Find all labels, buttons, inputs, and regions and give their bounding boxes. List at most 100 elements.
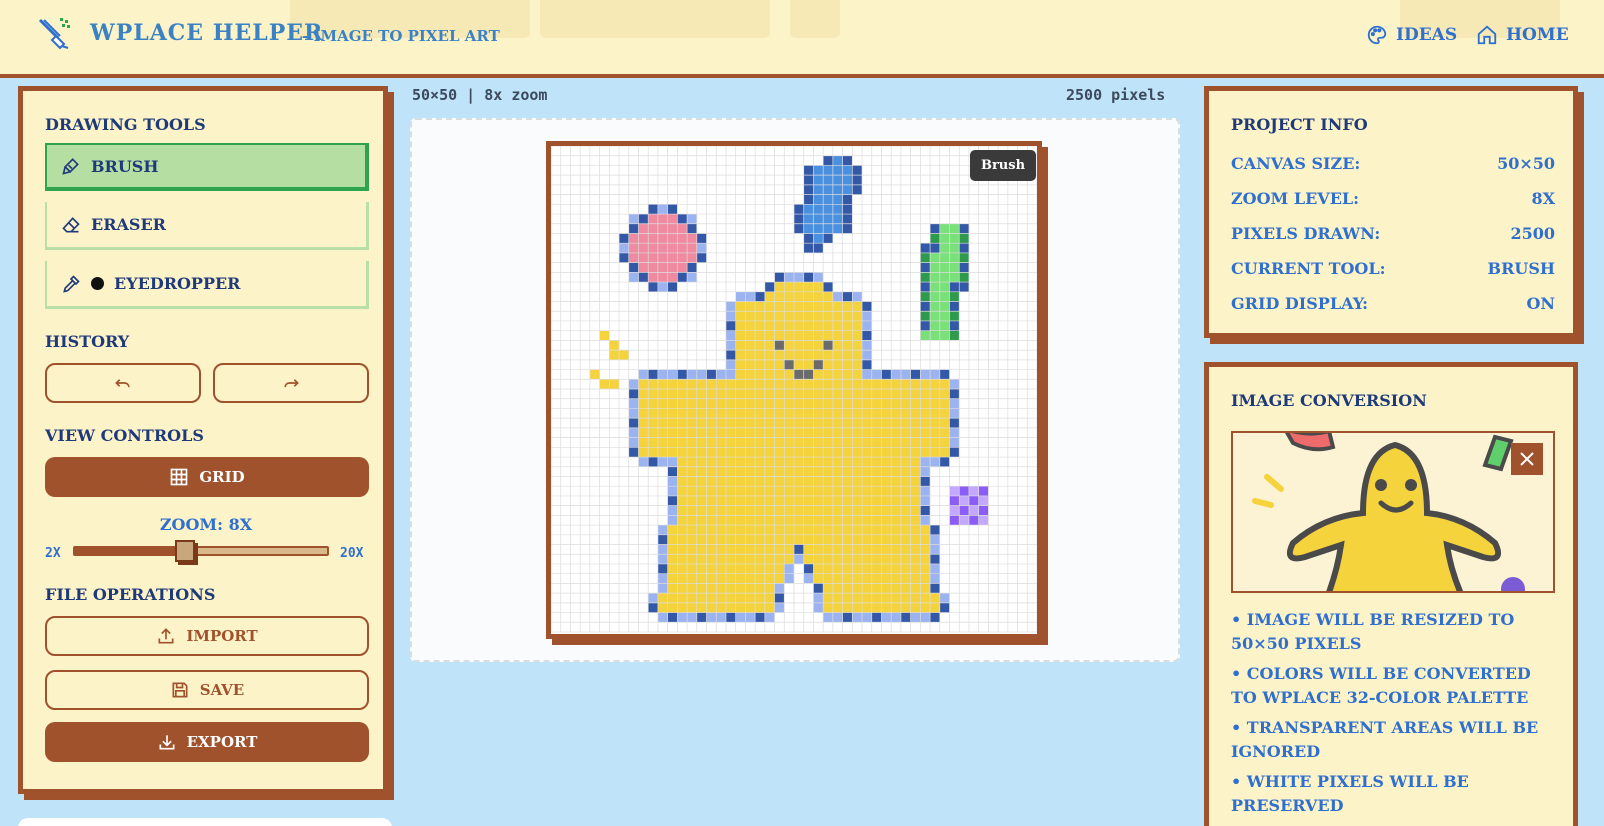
pixel <box>638 408 649 419</box>
pixel <box>900 593 911 603</box>
pixel <box>949 408 960 419</box>
pixel <box>755 495 765 506</box>
pixel <box>745 554 756 564</box>
pixel <box>745 573 756 584</box>
nav-ideas-link[interactable]: IDEAS <box>1366 24 1457 46</box>
pixel <box>764 330 775 341</box>
pixel <box>862 612 872 623</box>
pixel <box>832 369 843 380</box>
pixel <box>920 554 931 564</box>
pixel <box>910 583 921 594</box>
pixel <box>871 554 882 564</box>
pixel <box>803 486 814 496</box>
pixel <box>667 505 678 516</box>
brush-tool-button[interactable]: BRUSH <box>45 143 369 191</box>
pixel <box>930 544 940 555</box>
brush-tool-label: BRUSH <box>91 156 159 176</box>
pixel <box>852 379 863 389</box>
remove-image-button[interactable] <box>1511 443 1543 475</box>
pixel <box>677 418 688 428</box>
pixel <box>657 389 668 399</box>
pixel <box>939 457 950 467</box>
pixel <box>842 223 853 234</box>
pixel <box>755 457 765 467</box>
pixel <box>842 165 853 176</box>
pixel <box>910 427 921 438</box>
pixel <box>667 563 678 574</box>
eyedropper-tool-button[interactable]: EYEDROPPER <box>45 261 369 309</box>
pixel <box>784 486 794 496</box>
zoom-slider-thumb[interactable] <box>175 540 195 562</box>
pixel <box>949 486 960 496</box>
pixel <box>774 408 785 419</box>
pixel <box>638 223 649 234</box>
pixel <box>677 447 688 458</box>
pixel <box>745 340 756 351</box>
eraser-tool-button[interactable]: ERASER <box>45 202 369 250</box>
pixel <box>638 457 649 467</box>
pixel <box>755 466 765 477</box>
pixel <box>667 223 678 234</box>
zoom-slider[interactable] <box>73 540 329 562</box>
pixel <box>706 466 717 477</box>
pixel <box>764 311 775 321</box>
pixel <box>949 291 960 302</box>
pixel-canvas[interactable] <box>546 141 1042 639</box>
grid-toggle-button[interactable]: GRID <box>45 457 369 497</box>
pixel <box>891 563 901 574</box>
pixel <box>619 233 629 244</box>
pixel <box>871 563 882 574</box>
pixel <box>706 486 717 496</box>
pixel <box>813 379 824 389</box>
pixel <box>696 379 707 389</box>
pixel <box>706 457 717 467</box>
pixel <box>813 447 824 458</box>
pixel <box>667 515 678 526</box>
pixel <box>667 379 678 389</box>
pixel <box>832 408 843 419</box>
pixel <box>784 554 794 564</box>
pixel <box>910 437 921 448</box>
pixel <box>920 301 931 312</box>
pixel <box>891 612 901 623</box>
nav-home-link[interactable]: HOME <box>1476 24 1569 46</box>
pixel <box>755 291 765 302</box>
pixel <box>657 427 668 438</box>
pixel <box>774 379 785 389</box>
pixel <box>628 262 639 273</box>
pixel <box>784 563 794 574</box>
pixel <box>900 457 911 467</box>
pixel <box>687 214 697 224</box>
pixel <box>959 233 969 244</box>
pixel <box>881 534 892 545</box>
pixel <box>648 214 658 224</box>
pixel <box>687 573 697 584</box>
save-button[interactable]: SAVE <box>45 670 369 710</box>
pixel <box>803 175 814 185</box>
pixel <box>959 515 969 526</box>
undo-button[interactable] <box>45 363 201 403</box>
pixel <box>823 155 833 166</box>
export-button[interactable]: EXPORT <box>45 722 369 762</box>
pixel <box>823 369 833 380</box>
pixel <box>891 427 901 438</box>
pixel <box>745 476 756 487</box>
pixel <box>706 369 717 380</box>
pixel <box>852 583 863 594</box>
pixel <box>687 379 697 389</box>
pixel <box>939 418 950 428</box>
pixel <box>881 369 892 380</box>
pixel <box>755 554 765 564</box>
pixel <box>628 233 639 244</box>
pixel <box>949 282 960 292</box>
pixel <box>832 389 843 399</box>
redo-button[interactable] <box>213 363 369 403</box>
pixel <box>735 534 746 545</box>
pixel <box>813 184 824 195</box>
import-button[interactable]: IMPORT <box>45 616 369 656</box>
pixel <box>842 437 853 448</box>
pixel <box>968 505 979 516</box>
pixel <box>823 418 833 428</box>
zoom-level-info-label: ZOOM LEVEL: <box>1231 189 1360 208</box>
pixel <box>677 398 688 409</box>
